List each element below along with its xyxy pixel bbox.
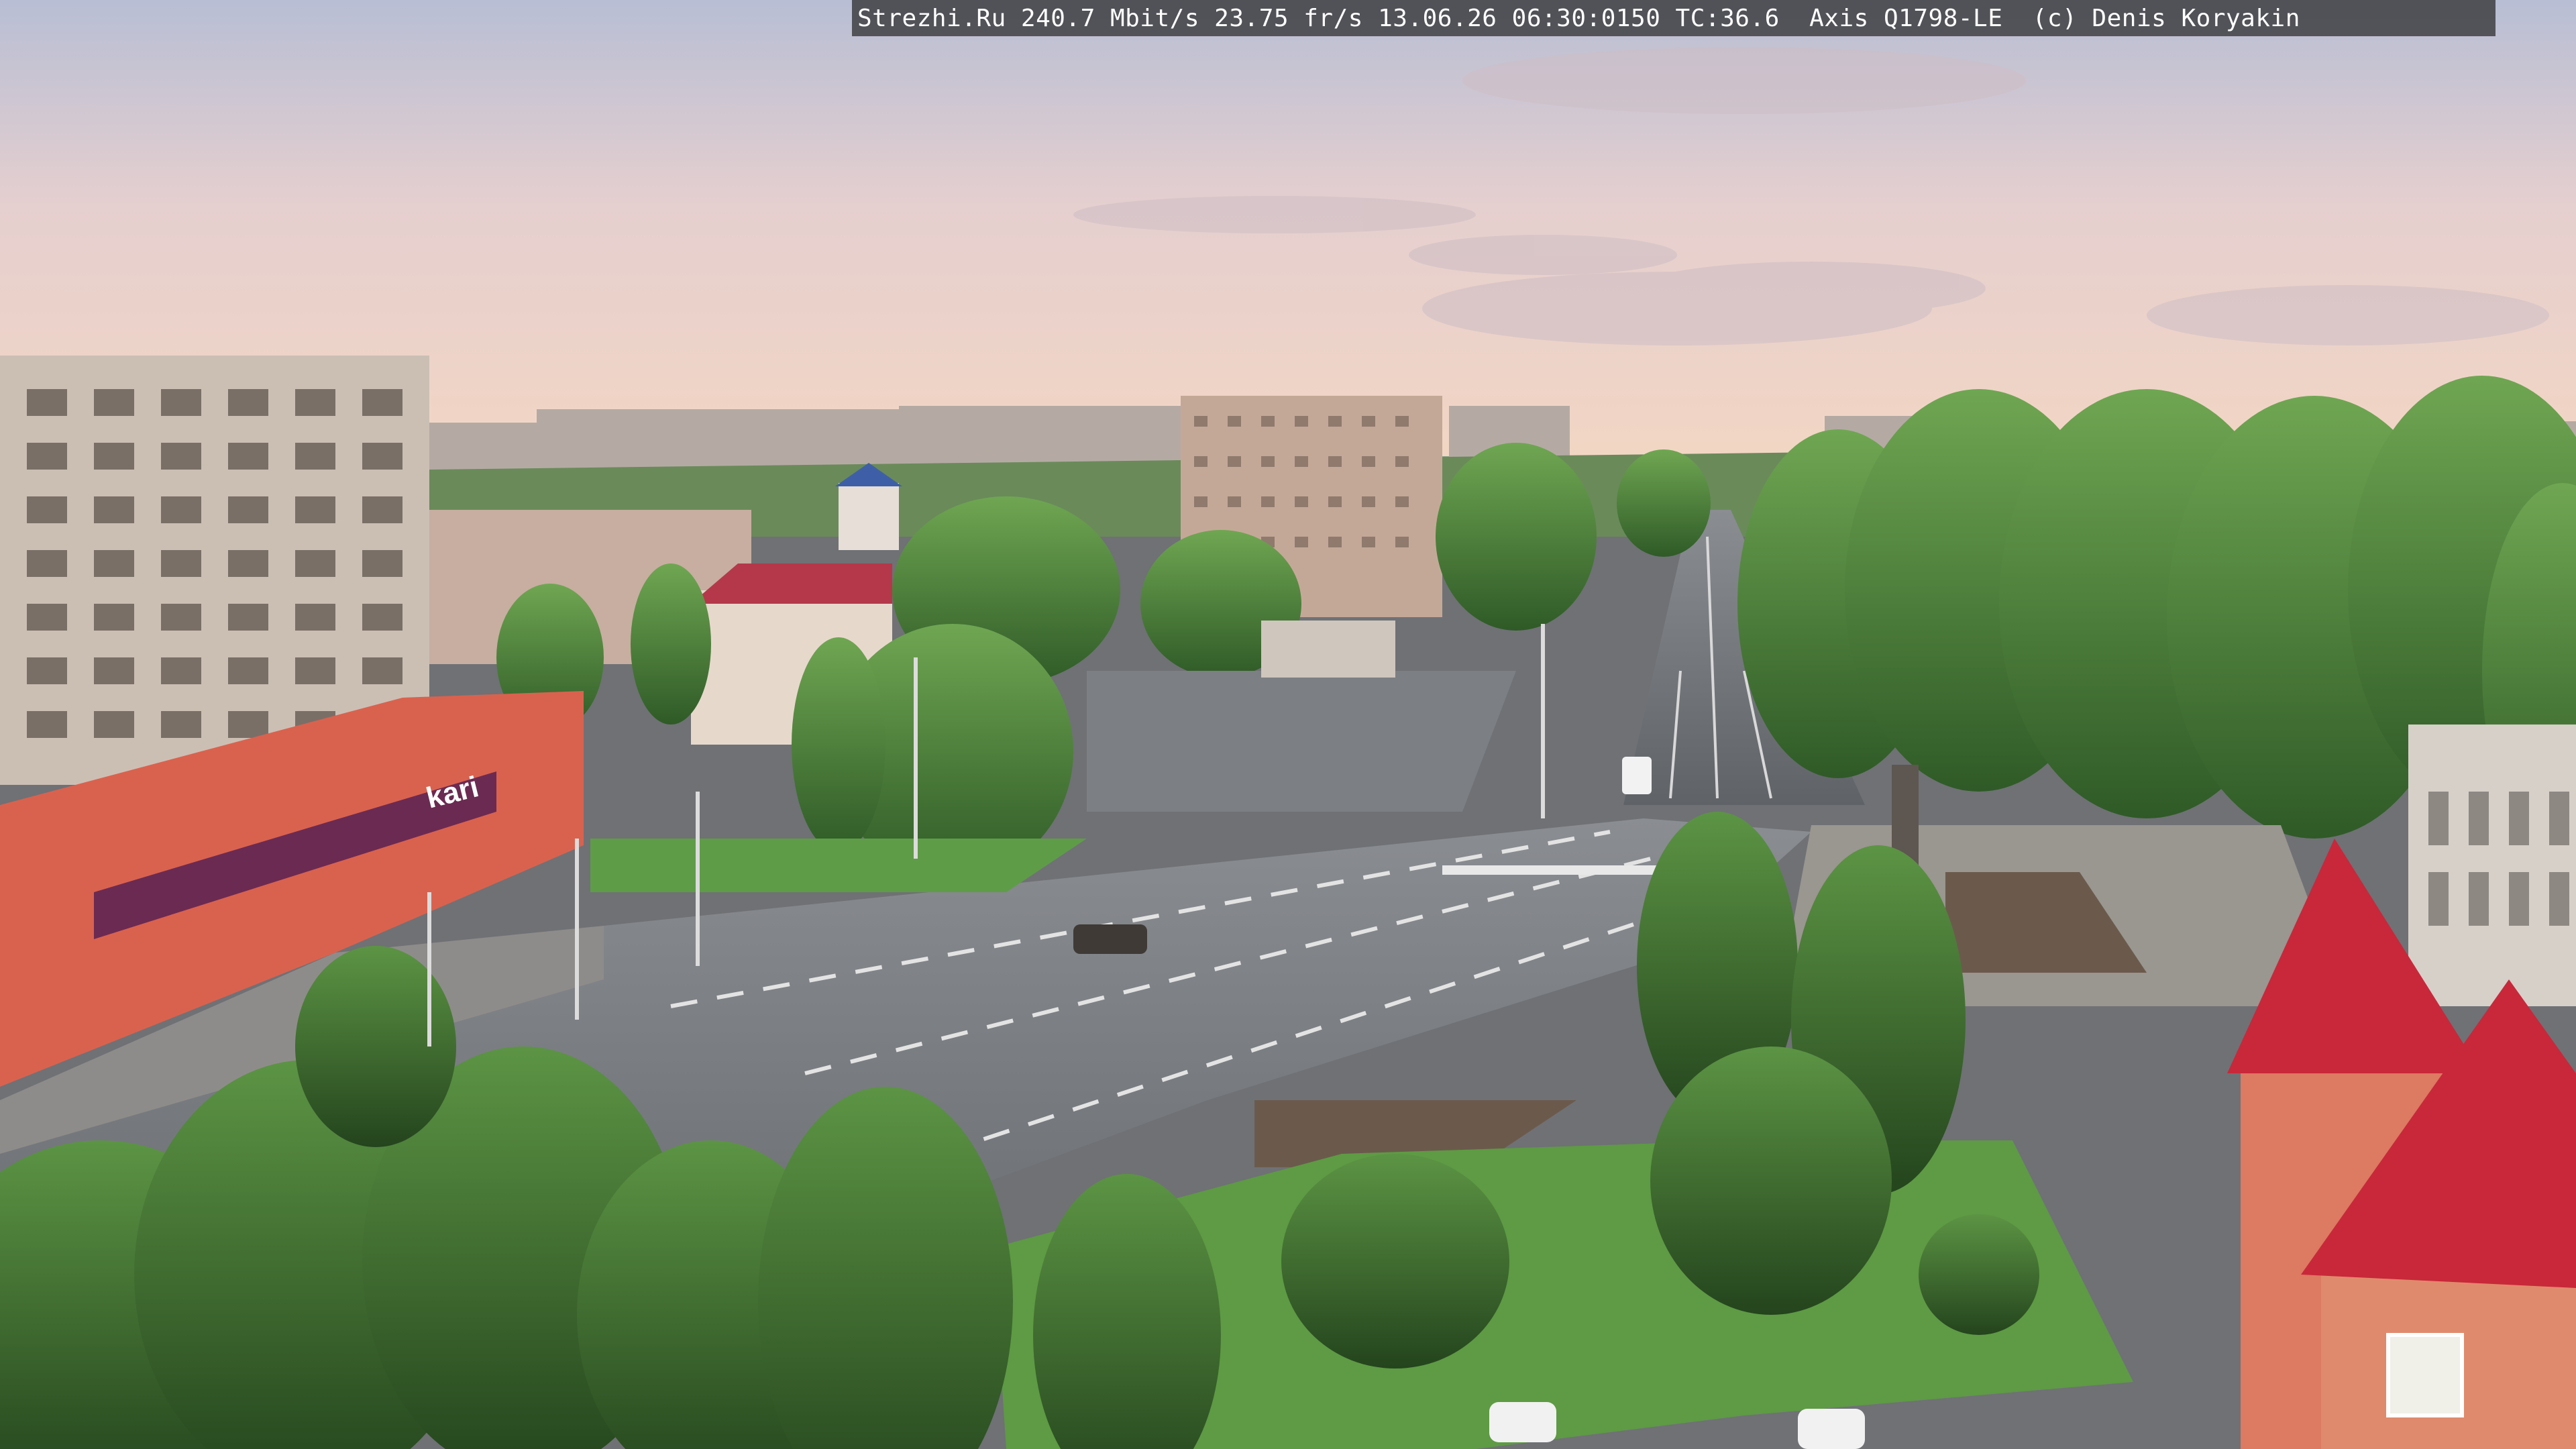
webcam-scene: kari <box>0 0 2576 1449</box>
white-van <box>1622 757 1652 794</box>
blue-tower <box>839 483 899 550</box>
lawn-left <box>590 839 1087 892</box>
parked-car-white-1 <box>1489 1402 1556 1442</box>
plaza <box>1087 671 1516 812</box>
parked-car-white-2 <box>1798 1409 1865 1449</box>
small-pavilion <box>1261 621 1395 678</box>
admin-building <box>2408 724 2576 1006</box>
parked-car <box>1073 924 1147 954</box>
camera-info-caption: Strezhi.Ru 240.7 Mbit/s 23.75 fr/s 13.06… <box>857 5 2300 32</box>
tower-window <box>2386 1333 2464 1417</box>
